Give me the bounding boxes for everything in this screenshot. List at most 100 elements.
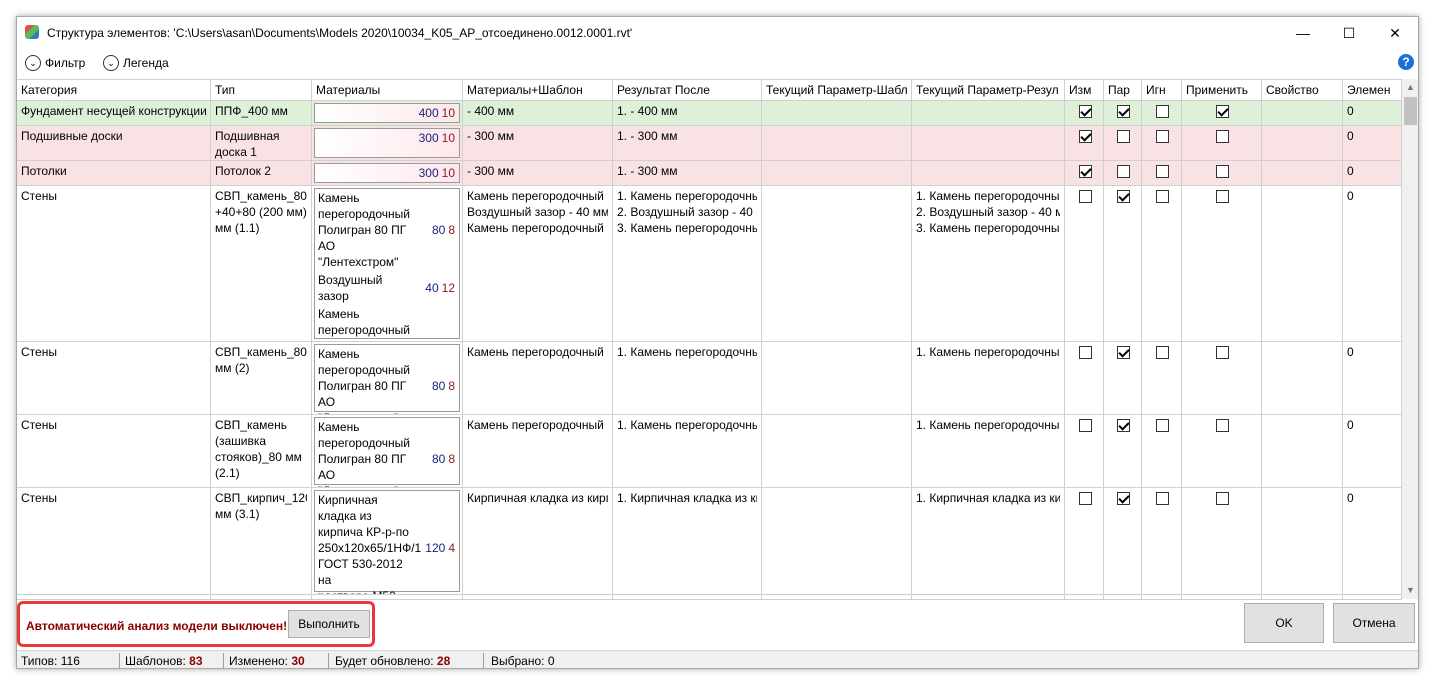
result-after-cell[interactable]: 1. Камень перегородочны 2. Воздушный зазо…: [613, 186, 762, 341]
scroll-thumb[interactable]: [1404, 97, 1417, 125]
category-cell[interactable]: Стены: [17, 342, 211, 414]
izm-checkbox[interactable]: [1078, 130, 1092, 143]
ign-cell[interactable]: [1142, 101, 1182, 125]
column-header[interactable]: Тип: [211, 80, 312, 100]
ok-button[interactable]: OK: [1244, 603, 1324, 643]
current-param-result-cell[interactable]: 1. Камень перегородочны: [912, 415, 1065, 487]
grid-cell[interactable]: [17, 595, 211, 599]
apply-cell[interactable]: [1182, 342, 1262, 414]
materials-box[interactable]: 300 10: [314, 163, 460, 183]
current-param-template-cell[interactable]: [762, 415, 912, 487]
category-cell[interactable]: Стены: [17, 415, 211, 487]
result-after-cell[interactable]: 1. Кирпичная кладка из ки: [613, 488, 762, 594]
table-row[interactable]: Стены СВП_кирпич_120 мм (3.1) Кирпичная клад…: [17, 488, 1402, 595]
category-cell[interactable]: Фундамент несущей конструкции: [17, 101, 211, 125]
apply-cell[interactable]: [1182, 186, 1262, 341]
izm-cell[interactable]: [1065, 126, 1104, 160]
apply-checkbox[interactable]: [1216, 105, 1229, 118]
current-param-result-cell[interactable]: [912, 126, 1065, 160]
materials-box[interactable]: КаменьперегородочныйПолигран 80 ПГАО "Ле…: [314, 344, 460, 414]
ign-cell[interactable]: [1142, 342, 1182, 414]
property-cell[interactable]: [1262, 186, 1343, 341]
ign-checkbox[interactable]: [1156, 130, 1169, 143]
material-entry[interactable]: Кирпичная кладка из кирпича КР-р-по 250х120…: [315, 491, 459, 594]
table-row[interactable]: Стены СВП_камень (зашивка стояков)_80 мм (2.…: [17, 415, 1402, 488]
current-param-template-cell[interactable]: [762, 161, 912, 185]
grid-cell[interactable]: [1182, 595, 1262, 599]
property-cell[interactable]: [1262, 342, 1343, 414]
ign-cell[interactable]: [1142, 161, 1182, 185]
type-cell[interactable]: СВП_камень_80 мм (2): [211, 342, 312, 414]
grid-cell[interactable]: [1343, 595, 1402, 599]
izm-checkbox[interactable]: [1078, 419, 1092, 432]
izm-checkbox[interactable]: [1078, 346, 1092, 359]
maximize-button[interactable]: ☐: [1326, 17, 1372, 49]
material-entry[interactable]: КаменьперегородочныйПолигран 80 ПГАО "Ле…: [315, 189, 459, 271]
apply-checkbox[interactable]: [1216, 130, 1229, 143]
column-header[interactable]: Результат После: [613, 80, 762, 100]
ign-checkbox[interactable]: [1156, 346, 1169, 359]
grid-cell[interactable]: [463, 595, 613, 599]
type-cell[interactable]: ППФ_400 мм: [211, 101, 312, 125]
par-checkbox[interactable]: [1117, 130, 1130, 143]
material-entry[interactable]: КаменьперегородочныйПолигран 80 ПГАО "Ле…: [315, 305, 459, 341]
par-cell[interactable]: [1104, 415, 1142, 487]
materials-template-cell[interactable]: - 300 мм: [463, 161, 613, 185]
result-after-cell[interactable]: 1. - 300 мм: [613, 126, 762, 160]
materials-template-cell[interactable]: Камень перегородочный: [463, 342, 613, 414]
materials-cell[interactable]: Камень перегородочный Полигран 80 ПГ АО "Ле…: [312, 415, 463, 487]
par-cell[interactable]: [1104, 342, 1142, 414]
materials-box[interactable]: Кирпичная кладка из кирпича КР-р-по 250х120…: [314, 490, 460, 594]
type-cell[interactable]: Подшивная доска 1: [211, 126, 312, 160]
materials-box[interactable]: КаменьперегородочныйПолигран 80 ПГАО "Ле…: [314, 188, 460, 341]
column-header[interactable]: Текущий Параметр-Резул: [912, 80, 1065, 100]
material-entry[interactable]: 400 10: [315, 104, 459, 122]
column-header[interactable]: Категория: [17, 80, 211, 100]
ign-checkbox[interactable]: [1156, 492, 1169, 505]
property-cell[interactable]: [1262, 488, 1343, 594]
result-after-cell[interactable]: 1. Камень перегородочны: [613, 415, 762, 487]
apply-checkbox[interactable]: [1216, 346, 1229, 359]
current-param-template-cell[interactable]: [762, 126, 912, 160]
materials-cell[interactable]: Камень перегородочный Полигран 80 ПГ АО "Ле…: [312, 342, 463, 414]
apply-cell[interactable]: [1182, 101, 1262, 125]
material-entry[interactable]: КаменьперегородочныйПолигран 80 ПГАО "Ле…: [315, 418, 459, 487]
element-cell[interactable]: 0: [1343, 101, 1402, 125]
column-header[interactable]: Элемен: [1343, 80, 1402, 100]
material-entry[interactable]: КаменьперегородочныйПолигран 80 ПГАО "Ле…: [315, 345, 459, 414]
scroll-up-icon[interactable]: ▲: [1402, 79, 1418, 96]
materials-box[interactable]: КаменьперегородочныйПолигран 80 ПГАО "Ле…: [314, 417, 460, 487]
apply-checkbox[interactable]: [1216, 492, 1229, 505]
element-cell[interactable]: 0: [1343, 342, 1402, 414]
apply-cell[interactable]: [1182, 488, 1262, 594]
ign-cell[interactable]: [1142, 126, 1182, 160]
result-after-cell[interactable]: 1. - 300 мм: [613, 161, 762, 185]
vertical-scrollbar[interactable]: ▲ ▼: [1402, 79, 1418, 599]
column-header[interactable]: Применить: [1182, 80, 1262, 100]
property-cell[interactable]: [1262, 101, 1343, 125]
apply-checkbox[interactable]: [1216, 165, 1229, 178]
grid-cell[interactable]: [762, 595, 912, 599]
par-checkbox[interactable]: [1117, 346, 1130, 359]
material-entry[interactable]: 300 10: [315, 129, 459, 147]
result-after-cell[interactable]: 1. Камень перегородочны: [613, 342, 762, 414]
current-param-result-cell[interactable]: 1. Камень перегородочны: [912, 342, 1065, 414]
element-cell[interactable]: 0: [1343, 161, 1402, 185]
grid-cell[interactable]: [312, 595, 463, 599]
par-cell[interactable]: [1104, 488, 1142, 594]
materials-box[interactable]: 300 10: [314, 128, 460, 158]
apply-checkbox[interactable]: [1216, 419, 1229, 432]
cancel-button[interactable]: Отмена: [1333, 603, 1415, 643]
par-cell[interactable]: [1104, 161, 1142, 185]
ign-checkbox[interactable]: [1156, 419, 1169, 432]
izm-cell[interactable]: [1065, 488, 1104, 594]
par-cell[interactable]: [1104, 101, 1142, 125]
izm-cell[interactable]: [1065, 186, 1104, 341]
property-cell[interactable]: [1262, 161, 1343, 185]
current-param-result-cell[interactable]: 1. Камень перегородочны 2. Воздушный зазо…: [912, 186, 1065, 341]
column-header[interactable]: Пар: [1104, 80, 1142, 100]
materials-cell[interactable]: 400 10: [312, 101, 463, 125]
materials-cell[interactable]: Кирпичная кладка из кирпича КР-р-по 250х120…: [312, 488, 463, 594]
materials-cell[interactable]: 300 10: [312, 161, 463, 185]
materials-template-cell[interactable]: - 400 мм: [463, 101, 613, 125]
